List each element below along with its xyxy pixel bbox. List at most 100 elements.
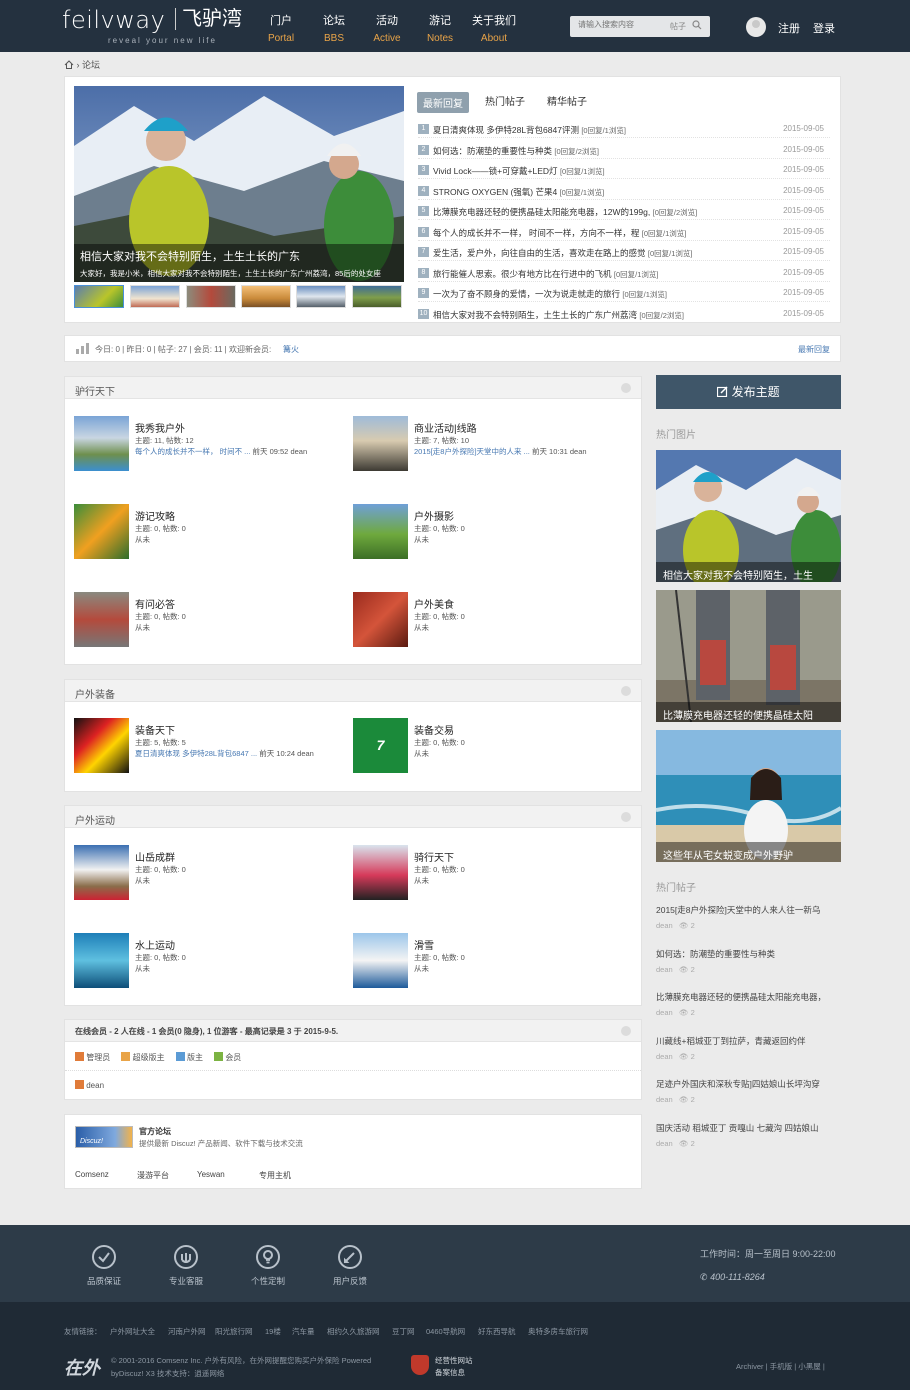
- forum-name[interactable]: 滑雪: [414, 937, 434, 952]
- link-yeswan[interactable]: Yeswan: [197, 1170, 225, 1179]
- news-item[interactable]: 1 夏日清爽体现 多伊特28L背包6847评测 [0回复/1浏览] 2015-09-…: [418, 121, 830, 138]
- nav-notes[interactable]: 游记 Notes: [415, 12, 465, 44]
- hot-post-title[interactable]: 足迹户外国庆和深秋专贴]四姑娘山长坪沟穿: [656, 1078, 841, 1090]
- link-manyou[interactable]: 漫游平台: [137, 1170, 169, 1181]
- user-avatar[interactable]: [746, 17, 766, 37]
- forum-name[interactable]: 游记攻略: [135, 508, 175, 523]
- forum-name[interactable]: 户外摄影: [414, 508, 454, 523]
- last-post-link[interactable]: 每个人的成长并不一样， 时间不 ...: [135, 447, 250, 456]
- hot-post-title[interactable]: 比薄膜充电器还轻的便携晶硅太阳能充电器，: [656, 991, 841, 1003]
- news-item[interactable]: 7 爱生活，爱户外，向往自由的生活，喜欢走在路上的感觉 [0回复/1浏览] 2015…: [418, 244, 830, 261]
- news-title[interactable]: Vivid Lock——锁+可穿戴+LED灯 [0回复/1浏览]: [433, 165, 605, 177]
- forum-mountains[interactable]: 山岳成群 主题: 0, 帖数: 0 从未: [74, 845, 334, 905]
- news-item[interactable]: 4 STRONG OXYGEN (强氧) 芒果4 [0回复/1浏览] 2015-09…: [418, 183, 830, 200]
- forum-gear-world[interactable]: 装备天下 主题: 5, 帖数: 5 夏日清爽体现 多伊特28L背包6847 ... …: [74, 718, 334, 778]
- news-title[interactable]: 比薄膜充电器还轻的便携晶硅太阳能充电器，12W的199g, [0回复/2浏览]: [433, 206, 697, 218]
- news-item[interactable]: 10 相信大家对我不会特别陌生，土生土长的广东广州荔湾 [0回复/2浏览] 2015…: [418, 306, 830, 323]
- register-link[interactable]: 注册: [778, 20, 800, 36]
- slide-thumb[interactable]: [130, 285, 180, 308]
- forum-gear-trade[interactable]: 7 装备交易 主题: 0, 帖数: 0 从未: [353, 718, 613, 778]
- forum-name[interactable]: 商业活动|线路: [414, 420, 477, 435]
- footer-bottom-links[interactable]: Archiver | 手机版 | 小黑屋 |: [736, 1361, 825, 1372]
- link-comsenz[interactable]: Comsenz: [75, 1170, 109, 1179]
- news-item[interactable]: 9 一次为了奋不顾身的爱情，一次为说走就走的旅行 [0回复/1浏览] 2015-09…: [418, 285, 830, 302]
- forum-icon[interactable]: [353, 416, 408, 471]
- forum-name[interactable]: 装备天下: [135, 722, 175, 737]
- forum-icon[interactable]: [74, 933, 129, 988]
- friend-link[interactable]: 户外网址大全: [110, 1326, 155, 1337]
- forum-my-outdoor[interactable]: 我秀我户外 主题: 11, 帖数: 12 每个人的成长并不一样， 时间不 ... 前…: [74, 416, 334, 476]
- new-thread-button[interactable]: 发布主题: [656, 375, 841, 409]
- login-link[interactable]: 登录: [813, 20, 835, 36]
- link-hosting[interactable]: 专用主机: [259, 1170, 291, 1181]
- nav-about[interactable]: 关于我们 About: [469, 12, 519, 44]
- site-logo[interactable]: feilvway 飞驴湾 reveal your new life: [62, 6, 242, 48]
- home-icon[interactable]: [64, 60, 74, 69]
- forum-cycling[interactable]: 骑行天下 主题: 0, 帖数: 0 从未: [353, 845, 613, 905]
- hot-post-item[interactable]: 足迹户外国庆和深秋专贴]四姑娘山长坪沟穿 dean 👁 2: [656, 1075, 841, 1120]
- hot-post-item[interactable]: 比薄膜充电器还轻的便携晶硅太阳能充电器， dean 👁 2: [656, 988, 841, 1033]
- hot-image-item[interactable]: 比薄膜充电器还轻的便携晶硅太阳: [656, 590, 841, 722]
- collapse-toggle-icon[interactable]: [621, 812, 631, 822]
- news-title[interactable]: STRONG OXYGEN (强氧) 芒果4 [0回复/1浏览]: [433, 186, 604, 198]
- slideshow-main-image[interactable]: 相信大家对我不会特别陌生，土生土长的广东 大家好，我是小米，相信大家对我不会特别…: [74, 86, 404, 282]
- slide-thumb[interactable]: [241, 285, 291, 308]
- nav-bbs[interactable]: 论坛 BBS: [309, 12, 359, 44]
- forum-water-sports[interactable]: 水上运动 主题: 0, 帖数: 0 从未: [74, 933, 334, 993]
- friend-link[interactable]: 汽车量: [292, 1326, 315, 1337]
- friend-link[interactable]: 0460导航网: [426, 1326, 465, 1337]
- hot-post-item[interactable]: 如何选：防潮垫的重要性与种类 dean 👁 2: [656, 945, 841, 989]
- forum-travel-guides[interactable]: 游记攻略 主题: 0, 帖数: 0 从未: [74, 504, 334, 564]
- forum-name[interactable]: 水上运动: [135, 937, 175, 952]
- collapse-toggle-icon[interactable]: [621, 383, 631, 393]
- news-item[interactable]: 3 Vivid Lock——锁+可穿戴+LED灯 [0回复/1浏览] 2015-09…: [418, 162, 830, 179]
- online-member-dean[interactable]: dean: [75, 1080, 104, 1090]
- forum-business-routes[interactable]: 商业活动|线路 主题: 7, 帖数: 10 2015[走8户外探险]天堂中的人来 .…: [353, 416, 613, 476]
- hot-post-item[interactable]: 国庆活动 稻城亚丁 贡嘎山 七藏沟 四姑娘山 dean 👁 2: [656, 1119, 841, 1163]
- hot-post-title[interactable]: 川藏线+稻城亚丁到拉萨，青藏返回约伴: [656, 1035, 841, 1047]
- new-member-link[interactable]: 篝火: [283, 344, 299, 355]
- news-title[interactable]: 如何选：防潮垫的重要性与种类 [0回复/2浏览]: [433, 145, 599, 157]
- service-custom[interactable]: 个性定制: [238, 1245, 298, 1287]
- forum-outdoor-food[interactable]: 户外美食 主题: 0, 帖数: 0 从未: [353, 592, 613, 652]
- nav-active[interactable]: 活动 Active: [362, 12, 412, 44]
- forum-name[interactable]: 有问必答: [135, 596, 175, 611]
- hot-image-item[interactable]: 这些年从宅女蜕变成户外野驴: [656, 730, 841, 862]
- forum-icon[interactable]: [353, 592, 408, 647]
- forum-name[interactable]: 骑行天下: [414, 849, 454, 864]
- tab-hot-posts[interactable]: 热门帖子: [485, 93, 525, 108]
- friend-link[interactable]: 阳光旅行网: [215, 1326, 253, 1337]
- forum-name[interactable]: 山岳成群: [135, 849, 175, 864]
- last-post-link[interactable]: 夏日清爽体现 多伊特28L背包6847 ...: [135, 749, 257, 758]
- service-feedback[interactable]: 用户反馈: [320, 1245, 380, 1287]
- news-item[interactable]: 6 每个人的成长并不一样， 时间不一样，方向不一样，程 [0回复/1浏览] 2015…: [418, 224, 830, 241]
- friend-link[interactable]: 相约久久旅游网: [327, 1326, 380, 1337]
- forum-icon[interactable]: [74, 592, 129, 647]
- news-title[interactable]: 夏日清爽体现 多伊特28L背包6847评测 [0回复/1浏览]: [433, 124, 626, 136]
- nav-portal[interactable]: 门户 Portal: [256, 12, 306, 44]
- forum-name[interactable]: 户外美食: [414, 596, 454, 611]
- last-post-link[interactable]: 2015[走8户外探险]天堂中的人来 ...: [414, 447, 530, 456]
- breadcrumb-current[interactable]: 论坛: [82, 60, 100, 70]
- search-icon[interactable]: [692, 20, 702, 30]
- collapse-toggle-icon[interactable]: [621, 686, 631, 696]
- official-forum-link[interactable]: 官方论坛: [139, 1126, 171, 1137]
- forum-icon[interactable]: [353, 845, 408, 900]
- latest-reply-link[interactable]: 最新回复: [798, 344, 830, 355]
- news-title[interactable]: 爱生活，爱户外，向往自由的生活，喜欢走在路上的感觉 [0回复/1浏览]: [433, 247, 692, 259]
- hot-post-title[interactable]: 2015[走8户外探险]天堂中的人来人往一新乌: [656, 904, 841, 916]
- news-title[interactable]: 相信大家对我不会特别陌生，土生土长的广东广州荔湾 [0回复/2浏览]: [433, 309, 684, 321]
- forum-icon[interactable]: [353, 504, 408, 559]
- forum-icon[interactable]: [353, 933, 408, 988]
- slide-thumb[interactable]: [186, 285, 236, 308]
- friend-link[interactable]: 豆丁网: [392, 1326, 415, 1337]
- news-item[interactable]: 5 比薄膜充电器还轻的便携晶硅太阳能充电器，12W的199g, [0回复/2浏览]…: [418, 203, 830, 220]
- friend-link[interactable]: 奥特多房车旅行网: [528, 1326, 588, 1337]
- footer-logo[interactable]: 在外: [64, 1354, 104, 1378]
- service-support[interactable]: 专业客服: [156, 1245, 216, 1287]
- search-input[interactable]: [578, 20, 658, 29]
- hot-post-item[interactable]: 川藏线+稻城亚丁到拉萨，青藏返回约伴 dean 👁 2: [656, 1032, 841, 1076]
- slide-thumb[interactable]: [352, 285, 402, 308]
- news-title[interactable]: 旅行能催人思索。很少有地方比在行进中的飞机 [0回复/1浏览]: [433, 268, 658, 280]
- news-title[interactable]: 每个人的成长并不一样， 时间不一样，方向不一样，程 [0回复/1浏览]: [433, 227, 686, 239]
